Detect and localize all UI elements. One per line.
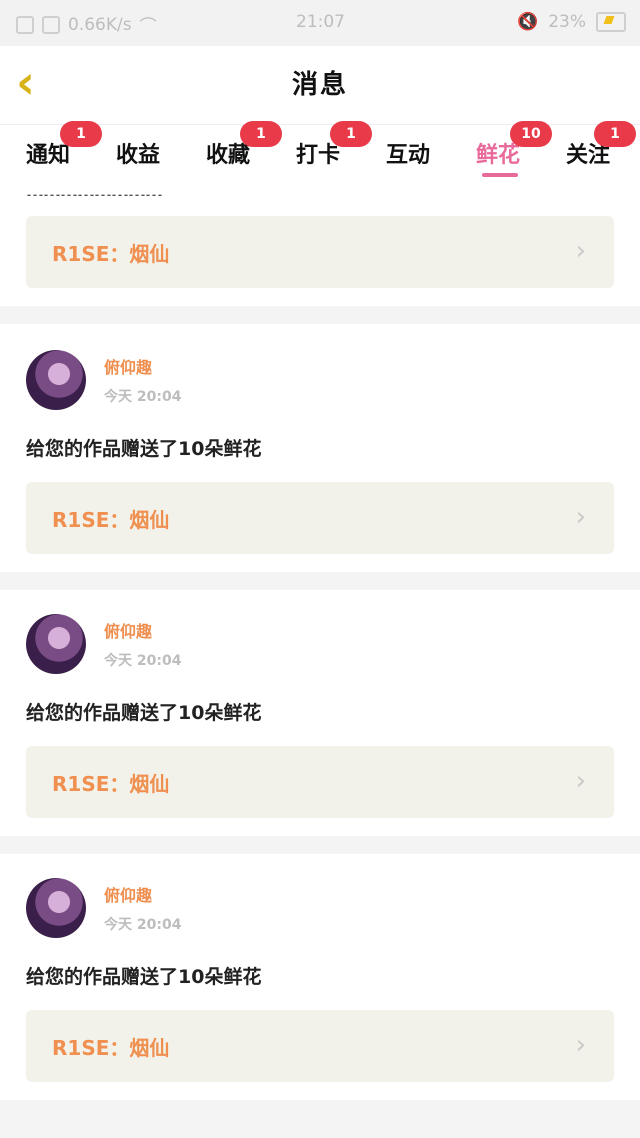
work-link[interactable]: R1SE：烟仙 › — [26, 216, 614, 288]
battery-percent: 23% — [548, 12, 586, 32]
clipped-text: …………………… — [26, 182, 163, 196]
sim-icon — [42, 15, 60, 34]
divider — [0, 306, 640, 324]
tab-badge: 10 — [510, 121, 553, 147]
tab-badge: 1 — [594, 121, 637, 147]
wifi-icon: ⌒ — [139, 17, 157, 37]
sender-name[interactable]: 俯仰趣 — [104, 882, 152, 906]
chevron-right-icon: › — [575, 766, 586, 796]
status-bar: 0.66K/s ⌒ 21:07 🔇 23% — [0, 0, 640, 46]
work-link[interactable]: R1SE：烟仙 › — [26, 746, 614, 818]
date-label: 今天 — [104, 917, 132, 933]
status-right: 🔇 23% — [517, 12, 626, 32]
work-title: R1SE：烟仙 — [52, 772, 170, 796]
avatar[interactable] — [26, 878, 86, 938]
tab-label: 收藏 — [206, 143, 251, 168]
tab-badge: 1 — [330, 121, 373, 147]
tab-checkin[interactable]: 打卡 1 — [296, 121, 373, 169]
avatar[interactable] — [26, 350, 86, 410]
work-title: R1SE：烟仙 — [52, 242, 170, 266]
message-card: 俯仰趣 今天 20:04 给您的作品赠送了10朵鲜花 R1SE：烟仙 › — [0, 324, 640, 572]
top-bar: ‹ 消息 — [0, 46, 640, 124]
status-left: 0.66K/s ⌒ — [16, 12, 157, 37]
tab-label: 鲜花 — [476, 143, 521, 168]
work-title: R1SE：烟仙 — [52, 1036, 170, 1060]
sender-name[interactable]: 俯仰趣 — [104, 618, 152, 642]
time-label: 20:04 — [136, 653, 182, 669]
battery-icon — [596, 12, 626, 32]
tab-notifications[interactable]: 通知 1 — [26, 121, 103, 169]
status-time: 21:07 — [296, 12, 345, 32]
tab-label: 互动 — [386, 143, 431, 168]
sender-name[interactable]: 俯仰趣 — [104, 354, 152, 378]
work-link[interactable]: R1SE：烟仙 › — [26, 482, 614, 554]
tab-follow[interactable]: 关注 1 — [566, 121, 637, 169]
tab-interactions[interactable]: 互动 — [386, 137, 430, 169]
tab-badge: 1 — [240, 121, 283, 147]
time-label: 20:04 — [136, 917, 182, 933]
date-label: 今天 — [104, 389, 132, 405]
tab-label: 关注 — [566, 143, 611, 168]
chevron-right-icon: › — [575, 1030, 586, 1060]
tab-earnings[interactable]: 收益 — [116, 137, 160, 169]
tab-label: 打卡 — [296, 143, 341, 168]
tab-label: 收益 — [116, 143, 161, 168]
network-speed: 0.66K/s — [68, 14, 132, 35]
message-text: 给您的作品赠送了10朵鲜花 — [26, 438, 262, 460]
message-card-partial: …………………… R1SE：烟仙 › — [0, 182, 640, 306]
work-title: R1SE：烟仙 — [52, 508, 170, 532]
page-title: 消息 — [291, 70, 348, 100]
message-text: 给您的作品赠送了10朵鲜花 — [26, 702, 262, 724]
mute-icon: 🔇 — [517, 12, 539, 32]
message-text: 给您的作品赠送了10朵鲜花 — [26, 966, 262, 988]
tab-badge: 1 — [60, 121, 103, 147]
avatar[interactable] — [26, 614, 86, 674]
date-label: 今天 — [104, 653, 132, 669]
tab-label: 通知 — [26, 143, 71, 168]
tabs-bar: 通知 1 收益 收藏 1 打卡 1 互动 鲜花 10 关注 1 — [0, 121, 640, 183]
tab-flowers[interactable]: 鲜花 10 — [476, 121, 553, 177]
active-tab-indicator — [482, 173, 518, 177]
divider — [0, 1100, 640, 1138]
timestamp: 今天 20:04 — [104, 914, 181, 934]
timestamp: 今天 20:04 — [104, 650, 181, 670]
divider — [0, 572, 640, 590]
tab-favorites[interactable]: 收藏 1 — [206, 121, 283, 169]
time-label: 20:04 — [136, 389, 182, 405]
timestamp: 今天 20:04 — [104, 386, 181, 406]
chevron-right-icon: › — [575, 236, 586, 266]
divider — [0, 836, 640, 854]
work-link[interactable]: R1SE：烟仙 › — [26, 1010, 614, 1082]
message-card: 俯仰趣 今天 20:04 给您的作品赠送了10朵鲜花 R1SE：烟仙 › — [0, 590, 640, 836]
sim-icon — [16, 15, 34, 34]
chevron-right-icon: › — [575, 502, 586, 532]
message-card: 俯仰趣 今天 20:04 给您的作品赠送了10朵鲜花 R1SE：烟仙 › — [0, 854, 640, 1100]
